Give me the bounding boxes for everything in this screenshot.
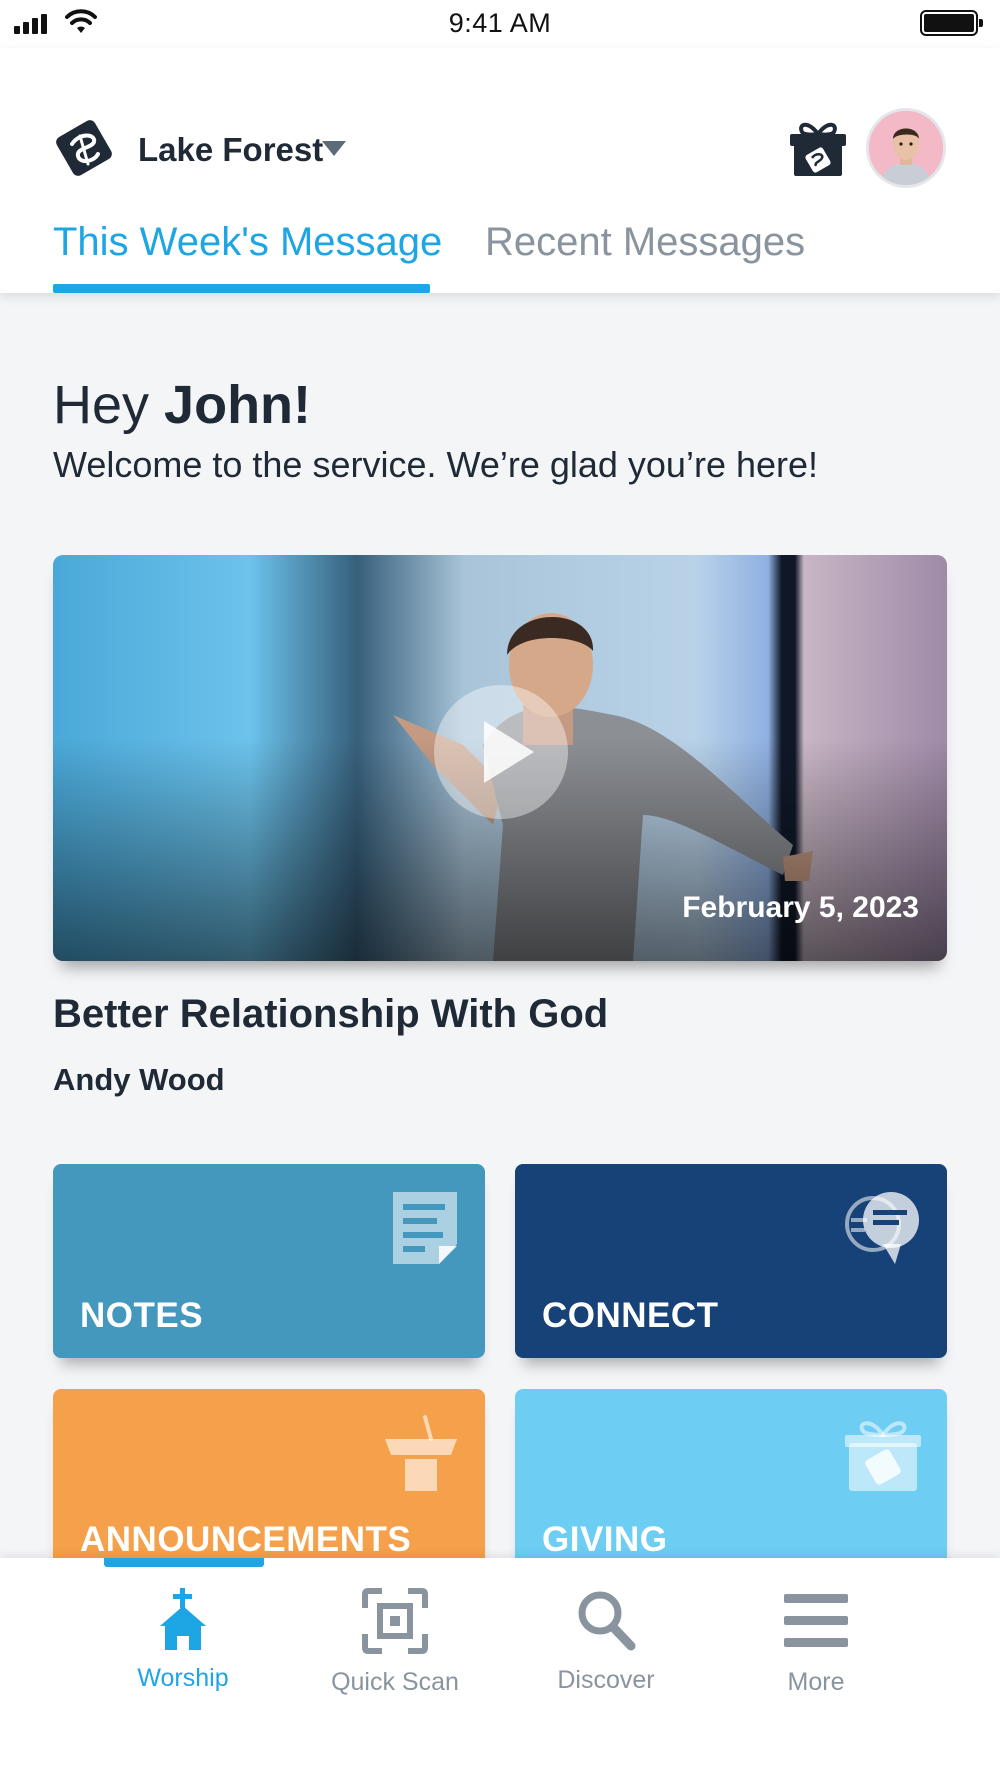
message-title[interactable]: Better Relationship With God	[53, 992, 608, 1037]
message-speaker: Andy Wood	[53, 1062, 225, 1097]
nav-label-quick-scan: Quick Scan	[331, 1668, 459, 1696]
welcome-text: Welcome to the service. We’re glad you’r…	[53, 444, 819, 485]
church-logo-icon[interactable]	[50, 114, 118, 182]
nav-label-discover: Discover	[557, 1666, 655, 1694]
bottom-tab-bar: Worship Quick Scan Discover More	[0, 1558, 1000, 1778]
greeting-hey: Hey	[53, 375, 150, 435]
nav-item-worship[interactable]: Worship	[98, 1588, 268, 1693]
status-time: 9:41 AM	[448, 8, 552, 38]
status-bar: 9:41 AM	[0, 0, 1000, 48]
chat-bubble-icon	[845, 1192, 919, 1264]
menu-icon	[784, 1594, 848, 1647]
app-header: Lake Forest This Week's Message Recent M…	[0, 48, 1000, 293]
connect-label: CONNECT	[542, 1296, 719, 1335]
gift-icon[interactable]	[786, 116, 850, 180]
active-tab-indicator	[53, 284, 430, 293]
avatar-photo	[869, 111, 943, 185]
notes-icon	[393, 1192, 457, 1264]
tab-this-weeks-message[interactable]: This Week's Message	[53, 220, 442, 265]
play-icon[interactable]	[434, 685, 568, 819]
greeting-name: John!	[164, 375, 312, 435]
search-icon	[578, 1591, 636, 1651]
notes-tile[interactable]: NOTES	[53, 1164, 485, 1358]
announcements-tile[interactable]: ANNOUNCEMENTS	[53, 1389, 485, 1583]
connect-tile[interactable]: CONNECT	[515, 1164, 947, 1358]
scan-icon	[362, 1588, 428, 1654]
nav-label-worship: Worship	[137, 1664, 229, 1692]
worship-screen: 9:41 AM Lake Forest This Week's Message …	[0, 0, 1000, 1778]
giving-label: GIVING	[542, 1520, 668, 1559]
notes-label: NOTES	[80, 1296, 204, 1335]
greeting-heading: Hey John!	[53, 374, 311, 436]
message-video-card[interactable]: February 5, 2023	[53, 555, 947, 961]
giving-tile[interactable]: GIVING	[515, 1389, 947, 1583]
chevron-down-icon[interactable]	[322, 141, 346, 156]
nav-label-more: More	[787, 1668, 845, 1696]
campus-selector[interactable]: Lake Forest	[138, 131, 323, 169]
nav-item-more[interactable]: More	[731, 1588, 901, 1697]
tab-recent-messages[interactable]: Recent Messages	[485, 220, 805, 265]
user-avatar[interactable]	[866, 108, 946, 188]
nav-item-discover[interactable]: Discover	[521, 1588, 691, 1695]
gift-icon	[845, 1421, 921, 1491]
announcements-label: ANNOUNCEMENTS	[80, 1520, 412, 1559]
podium-icon	[385, 1415, 457, 1491]
church-icon	[160, 1588, 206, 1650]
battery-icon	[920, 10, 983, 36]
active-nav-indicator	[104, 1558, 264, 1567]
message-date: February 5, 2023	[682, 891, 919, 924]
nav-item-quick-scan[interactable]: Quick Scan	[310, 1588, 480, 1697]
